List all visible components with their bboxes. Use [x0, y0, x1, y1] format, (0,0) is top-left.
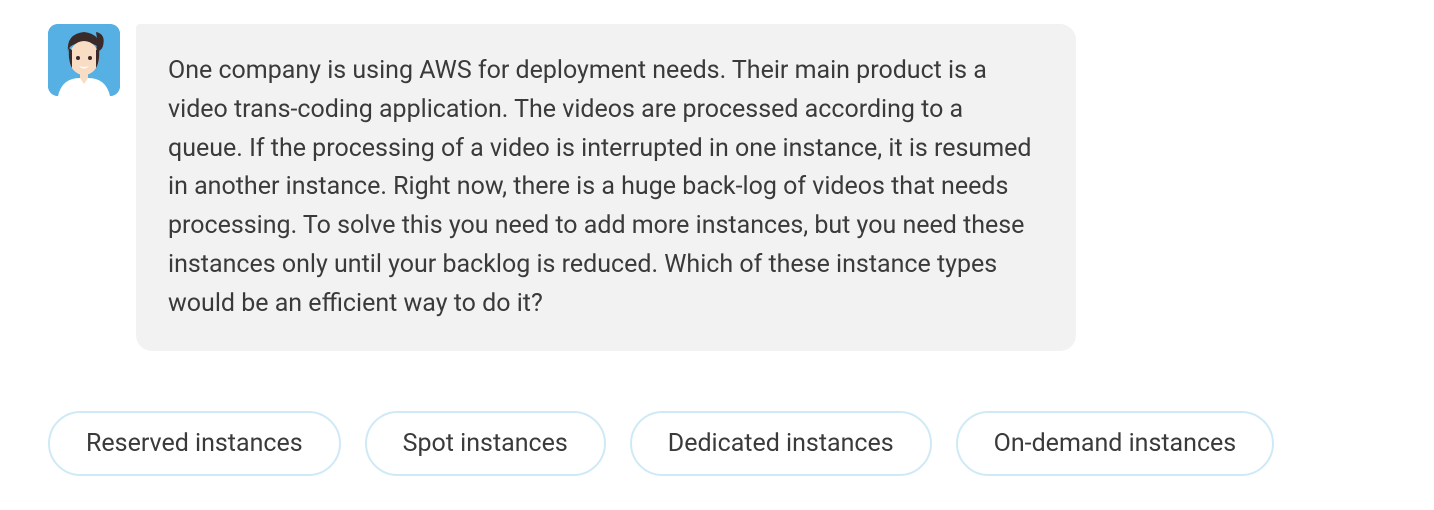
- chat-message-row: One company is using AWS for deployment …: [48, 24, 1386, 351]
- option-spot-instances[interactable]: Spot instances: [365, 411, 606, 476]
- option-reserved-instances[interactable]: Reserved instances: [48, 411, 341, 476]
- message-bubble: One company is using AWS for deployment …: [136, 24, 1076, 351]
- message-text: One company is using AWS for deployment …: [168, 52, 1044, 323]
- bot-avatar: [48, 24, 120, 96]
- option-on-demand-instances[interactable]: On-demand instances: [956, 411, 1275, 476]
- option-dedicated-instances[interactable]: Dedicated instances: [630, 411, 932, 476]
- answer-options: Reserved instances Spot instances Dedica…: [48, 411, 1386, 476]
